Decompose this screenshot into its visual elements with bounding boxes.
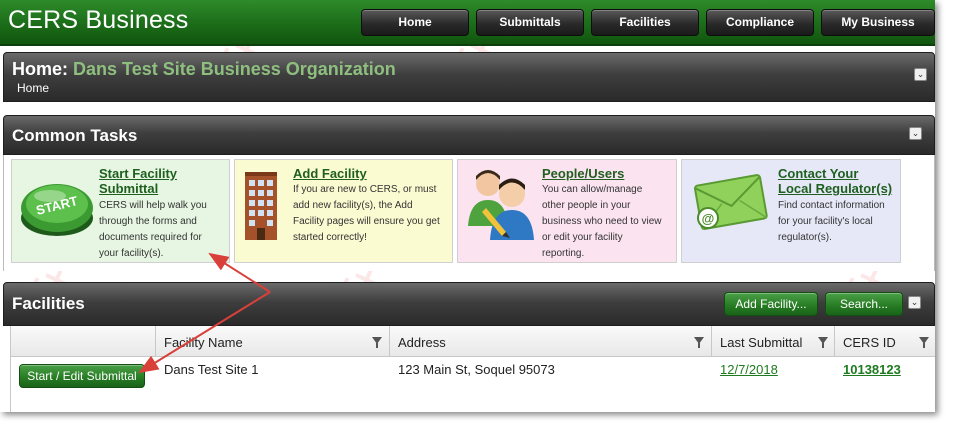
app-window: ✕✕ ✕✕ ✕✕ ✕✕ ✕✕ CERS Business Home Submit… bbox=[0, 0, 935, 412]
column-last-submittal[interactable]: Last Submittal bbox=[712, 326, 835, 357]
nav-my-business-button[interactable]: My Business bbox=[821, 9, 935, 36]
column-cers-id[interactable]: CERS ID bbox=[835, 326, 935, 357]
table-header: Facility Name Address Last Submittal CER… bbox=[11, 326, 935, 357]
home-header: Home: Dans Test Site Business Organizati… bbox=[3, 52, 935, 102]
column-label: Last Submittal bbox=[720, 335, 803, 350]
contact-regulator-description: Find contact information for your facili… bbox=[778, 200, 885, 243]
filter-icon[interactable] bbox=[694, 337, 704, 348]
start-facility-submittal-description: CERS will help walk you through the form… bbox=[99, 200, 207, 259]
task-tile-people-users[interactable]: People/Users You can allow/manage other … bbox=[457, 159, 677, 263]
cers-id-link[interactable]: 10138123 bbox=[843, 362, 901, 377]
column-label: Address bbox=[398, 335, 446, 350]
filter-icon[interactable] bbox=[818, 337, 828, 348]
people-icon bbox=[468, 170, 534, 240]
column-label: CERS ID bbox=[843, 335, 896, 350]
task-tile-add-facility[interactable]: Add Facility If you are new to CERS, or … bbox=[234, 159, 453, 263]
svg-text:@: @ bbox=[702, 211, 715, 226]
facilities-title: Facilities bbox=[12, 294, 85, 313]
nav-submittals-button[interactable]: Submittals bbox=[476, 9, 584, 36]
page-title: Home: Dans Test Site Business Organizati… bbox=[12, 59, 396, 80]
people-users-link[interactable]: People/Users bbox=[542, 166, 624, 181]
add-facility-button[interactable]: Add Facility... bbox=[724, 292, 818, 316]
start-edit-submittal-button[interactable]: Start / Edit Submittal bbox=[19, 364, 145, 388]
collapse-toggle-icon[interactable]: ⌄ bbox=[909, 127, 922, 140]
column-label: Facility Name bbox=[164, 335, 243, 350]
collapse-toggle-icon[interactable]: ⌄ bbox=[914, 68, 927, 81]
nav-facilities-button[interactable]: Facilities bbox=[591, 9, 699, 36]
address-cell: 123 Main St, Soquel 95073 bbox=[398, 362, 555, 377]
email-envelope-icon: @ bbox=[693, 174, 768, 230]
facility-name-cell: Dans Test Site 1 bbox=[164, 362, 259, 377]
column-action bbox=[11, 326, 156, 357]
column-address[interactable]: Address bbox=[390, 326, 712, 357]
facilities-header: Facilities Add Facility... Search... ⌄ bbox=[3, 282, 935, 326]
filter-icon[interactable] bbox=[919, 337, 929, 348]
common-tasks-header: Common Tasks ⌄ bbox=[3, 115, 935, 155]
contact-regulator-link[interactable]: Contact Your Local Regulator(s) bbox=[778, 166, 892, 196]
column-facility-name[interactable]: Facility Name bbox=[156, 326, 390, 357]
common-tasks-title: Common Tasks bbox=[12, 126, 138, 145]
page-title-prefix: Home: bbox=[12, 59, 69, 79]
breadcrumb: Home bbox=[17, 81, 50, 95]
filter-icon[interactable] bbox=[372, 337, 382, 348]
add-facility-description: If you are new to CERS, or must add new … bbox=[293, 184, 440, 243]
start-button-icon: START bbox=[21, 184, 93, 236]
last-submittal-link[interactable]: 12/7/2018 bbox=[720, 362, 778, 377]
search-button[interactable]: Search... bbox=[825, 292, 903, 316]
task-tile-contact-regulator[interactable]: @ Contact Your Local Regulator(s) Find c… bbox=[681, 159, 901, 263]
organization-name: Dans Test Site Business Organization bbox=[73, 59, 396, 79]
start-facility-submittal-link[interactable]: Start Facility Submittal bbox=[99, 166, 177, 196]
task-tile-start-submittal[interactable]: START Start Facility Submittal CERS will… bbox=[11, 159, 230, 263]
app-brand[interactable]: CERS Business bbox=[8, 6, 188, 35]
common-tasks-panel: START Start Facility Submittal CERS will… bbox=[3, 155, 935, 271]
nav-compliance-button[interactable]: Compliance bbox=[706, 9, 814, 36]
top-bar: CERS Business Home Submittals Facilities… bbox=[0, 0, 935, 46]
facilities-table: Facility Name Address Last Submittal CER… bbox=[10, 326, 935, 412]
collapse-toggle-icon[interactable]: ⌄ bbox=[908, 296, 921, 309]
building-icon bbox=[245, 172, 277, 240]
people-users-description: You can allow/manage other people in you… bbox=[542, 184, 662, 259]
nav-home-button[interactable]: Home bbox=[361, 9, 469, 36]
add-facility-link[interactable]: Add Facility bbox=[293, 166, 367, 181]
